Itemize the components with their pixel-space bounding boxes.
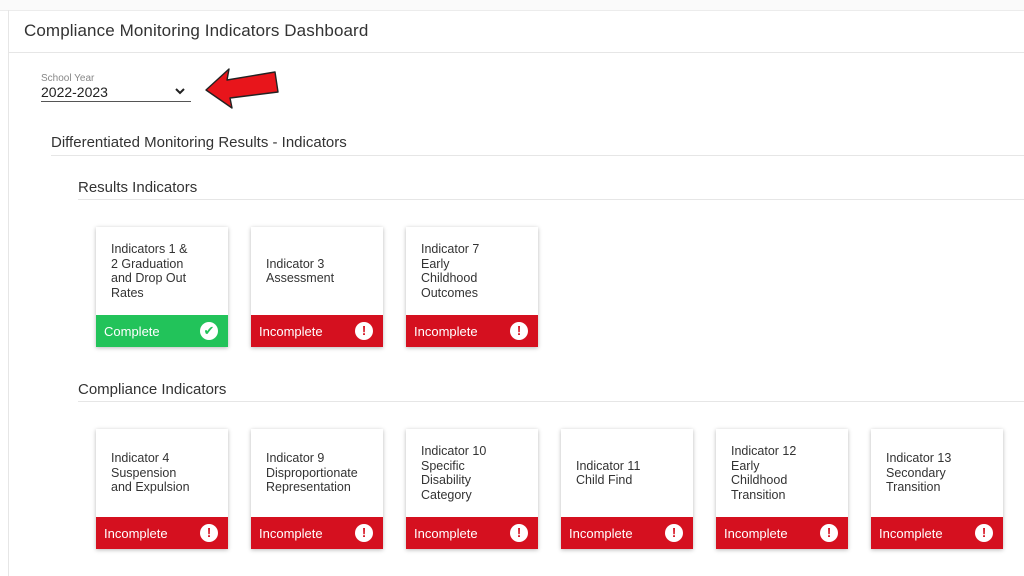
indicator-card[interactable]: Indicator 11 Child Find Incomplete! <box>561 429 693 549</box>
indicator-card[interactable]: Indicators 1 & 2 Graduation and Drop Out… <box>96 227 228 347</box>
exclamation-circle-icon: ! <box>820 524 838 542</box>
school-year-label: School Year <box>41 73 95 84</box>
section-title-results: Results Indicators <box>78 179 198 196</box>
status-badge: Incomplete! <box>406 315 538 347</box>
section-divider <box>51 155 1024 156</box>
indicator-name: Indicator 9 Disproportionate Representat… <box>266 451 358 495</box>
title-divider <box>9 52 1024 53</box>
indicator-card[interactable]: Indicator 7 Early Childhood Outcomes Inco… <box>406 227 538 347</box>
section-title-compliance: Compliance Indicators <box>78 381 227 398</box>
exclamation-circle-icon: ! <box>665 524 683 542</box>
section-divider <box>78 199 1024 200</box>
section-divider <box>78 401 1024 402</box>
status-badge: Incomplete! <box>406 517 538 549</box>
exclamation-circle-icon: ! <box>510 524 528 542</box>
indicator-name: Indicator 4 Suspension and Expulsion <box>111 451 190 495</box>
status-label: Incomplete <box>259 525 323 541</box>
status-label: Incomplete <box>414 525 478 541</box>
status-badge: Complete ✔ <box>96 315 228 347</box>
status-label: Incomplete <box>724 525 788 541</box>
indicator-card[interactable]: Indicator 3 Assessment Incomplete! <box>251 227 383 347</box>
indicator-name: Indicator 7 Early Childhood Outcomes <box>421 242 480 300</box>
exclamation-circle-icon: ! <box>200 524 218 542</box>
indicator-name: Indicator 13 Secondary Transition <box>886 451 952 495</box>
chevron-down-icon <box>175 88 185 95</box>
red-annotation-arrow <box>205 68 279 109</box>
status-badge: Incomplete! <box>96 517 228 549</box>
status-badge: Incomplete! <box>716 517 848 549</box>
indicator-name: Indicator 3 Assessment <box>266 256 335 286</box>
indicator-card[interactable]: Indicator 4 Suspension and Expulsion Inco… <box>96 429 228 549</box>
status-label: Complete <box>104 323 160 339</box>
school-year-select[interactable]: School Year 2022-2023 <box>41 73 191 102</box>
status-badge: Incomplete! <box>871 517 1003 549</box>
exclamation-circle-icon: ! <box>355 322 373 340</box>
indicator-name: Indicator 11 Child Find <box>576 458 641 488</box>
status-label: Incomplete <box>259 323 323 339</box>
status-label: Incomplete <box>569 525 633 541</box>
indicator-name: Indicator 12 Early Childhood Transition <box>731 444 797 502</box>
top-shadow <box>0 0 1024 11</box>
page-title: Compliance Monitoring Indicators Dashboa… <box>24 21 369 40</box>
section-title-monitoring: Differentiated Monitoring Results - Indi… <box>51 134 347 151</box>
exclamation-circle-icon: ! <box>355 524 373 542</box>
status-label: Incomplete <box>414 323 478 339</box>
exclamation-circle-icon: ! <box>510 322 528 340</box>
indicator-card[interactable]: Indicator 9 Disproportionate Representat… <box>251 429 383 549</box>
indicator-card[interactable]: Indicator 13 Secondary Transition Incompl… <box>871 429 1003 549</box>
indicator-name: Indicators 1 & 2 Graduation and Drop Out… <box>111 242 188 300</box>
status-label: Incomplete <box>104 525 168 541</box>
check-circle-icon: ✔ <box>200 322 218 340</box>
indicator-name: Indicator 10 Specific Disability Categor… <box>421 444 487 502</box>
indicator-card[interactable]: Indicator 10 Specific Disability Categor… <box>406 429 538 549</box>
status-label: Incomplete <box>879 525 943 541</box>
status-badge: Incomplete! <box>561 517 693 549</box>
indicator-card[interactable]: Indicator 12 Early Childhood Transition I… <box>716 429 848 549</box>
status-badge: Incomplete! <box>251 315 383 347</box>
school-year-value: 2022-2023 <box>41 84 108 100</box>
status-badge: Incomplete! <box>251 517 383 549</box>
exclamation-circle-icon: ! <box>975 524 993 542</box>
left-border <box>8 10 9 576</box>
